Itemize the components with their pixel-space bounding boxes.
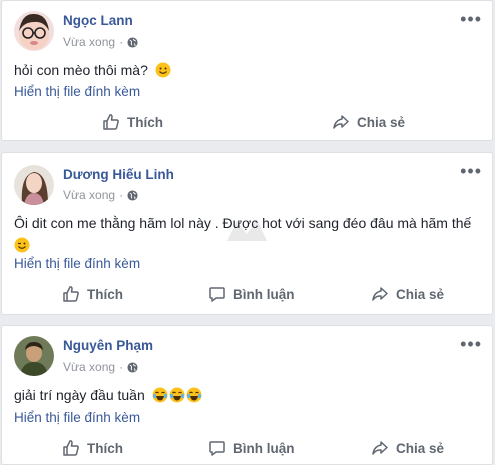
post-meta: Vừa xong ·	[63, 360, 138, 374]
post-actions: Thích Bình luận Chia sẻ	[2, 433, 492, 463]
wink-emoji	[14, 237, 30, 253]
avatar[interactable]	[14, 11, 54, 51]
more-options-icon[interactable]: •••	[460, 161, 482, 182]
author-name[interactable]: Dương Hiếu Linh	[63, 167, 174, 182]
post-card: Ngọc Lann Vừa xong · ••• hỏi con mèo thô…	[1, 0, 493, 141]
post-actions: Thích Chia sẻ	[2, 107, 492, 137]
share-icon	[333, 115, 349, 129]
meta-separator: ·	[119, 35, 124, 49]
share-icon	[372, 441, 388, 455]
post-text: giải trí ngày đầu tuần	[14, 384, 202, 406]
smile-emoji	[155, 62, 171, 78]
share-label: Chia sẻ	[396, 286, 445, 302]
timestamp[interactable]: Vừa xong	[63, 188, 115, 202]
meta-separator: ·	[119, 188, 124, 202]
globe-icon[interactable]	[127, 361, 138, 373]
like-label: Thích	[127, 114, 163, 130]
share-button[interactable]: Chia sẻ	[332, 107, 405, 137]
globe-icon[interactable]	[127, 189, 138, 201]
post-meta: Vừa xong ·	[63, 35, 138, 49]
author-name[interactable]: Ngọc Lann	[63, 13, 133, 28]
like-label: Thích	[87, 440, 123, 456]
author-name[interactable]: Nguyên Phạm	[63, 338, 153, 353]
post-card: Dương Hiếu Linh Vừa xong · ••• Ôi dit co…	[1, 152, 493, 315]
more-options-icon[interactable]: •••	[460, 334, 482, 355]
post-text: hỏi con mèo thôi mà?	[14, 59, 171, 81]
post-card: Nguyên Phạm Vừa xong · ••• giải trí ngày…	[1, 325, 493, 465]
like-button[interactable]: Thích	[102, 107, 163, 137]
thumbs-up-icon	[63, 440, 79, 456]
attachment-link[interactable]: Hiển thị file đính kèm	[14, 84, 140, 99]
comment-label: Bình luận	[233, 440, 295, 456]
avatar[interactable]	[14, 336, 54, 376]
tears-of-joy-emoji	[169, 387, 185, 403]
globe-icon[interactable]	[127, 36, 138, 48]
like-button[interactable]: Thích	[62, 279, 123, 309]
attachment-link[interactable]: Hiển thị file đính kèm	[14, 256, 140, 271]
post-text-content: giải trí ngày đầu tuần	[14, 387, 145, 403]
comment-label: Bình luận	[233, 286, 295, 302]
share-button[interactable]: Chia sẻ	[371, 433, 444, 463]
comment-icon	[209, 441, 225, 456]
thumbs-up-icon	[103, 114, 119, 130]
timestamp[interactable]: Vừa xong	[63, 35, 115, 49]
attachment-link[interactable]: Hiển thị file đính kèm	[14, 410, 140, 425]
share-button[interactable]: Chia sẻ	[371, 279, 444, 309]
post-text: Ôi dit con me thằng hãm lol này . Được h…	[14, 212, 484, 256]
avatar[interactable]	[14, 165, 54, 205]
post-text-content: hỏi con mèo thôi mà?	[14, 62, 148, 78]
more-options-icon[interactable]: •••	[460, 9, 482, 30]
share-label: Chia sẻ	[396, 440, 445, 456]
meta-separator: ·	[119, 360, 124, 374]
tears-of-joy-emoji	[186, 387, 202, 403]
like-button[interactable]: Thích	[62, 433, 123, 463]
post-text-content: Ôi dit con me thằng hãm lol này . Được h…	[14, 215, 472, 231]
share-label: Chia sẻ	[357, 114, 406, 130]
post-actions: Thích Bình luận Chia sẻ	[2, 279, 492, 309]
timestamp[interactable]: Vừa xong	[63, 360, 115, 374]
comment-icon	[209, 287, 225, 302]
share-icon	[372, 287, 388, 301]
comment-button[interactable]: Bình luận	[208, 433, 295, 463]
tears-of-joy-emoji	[152, 387, 168, 403]
comment-button[interactable]: Bình luận	[208, 279, 295, 309]
like-label: Thích	[87, 286, 123, 302]
post-meta: Vừa xong ·	[63, 188, 138, 202]
thumbs-up-icon	[63, 286, 79, 302]
